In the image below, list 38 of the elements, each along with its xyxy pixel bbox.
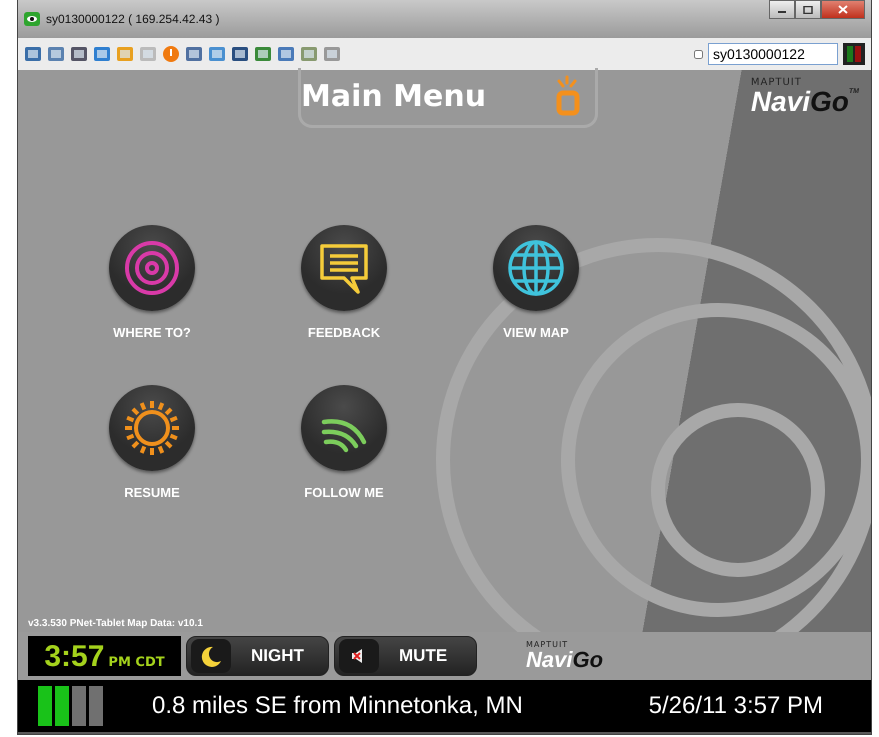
sun-button[interactable] <box>109 385 195 471</box>
menu-label: FEEDBACK <box>308 325 380 340</box>
maximize-button[interactable] <box>795 0 821 19</box>
close-icon <box>838 5 848 14</box>
signal-strength-icon <box>38 686 104 726</box>
alert-icon[interactable] <box>162 45 180 63</box>
window-title: sy0130000122 ( 169.254.42.43 ) <box>46 12 220 26</box>
display-icon[interactable] <box>231 45 249 63</box>
close-button[interactable] <box>821 0 865 19</box>
location-text: 0.8 miles SE from Minnetonka, MN <box>152 692 523 720</box>
target-button[interactable] <box>109 225 195 311</box>
window-icon[interactable] <box>277 45 295 63</box>
host-field[interactable]: sy0130000122 <box>708 43 838 65</box>
maximize-icon <box>803 6 813 14</box>
clock-display: 3:57 PM CDT <box>28 636 181 676</box>
navigo-logo: MAPTUIT NaviGo$^{TM}$ <box>750 76 859 119</box>
small-square-icon <box>694 50 703 58</box>
moon-icon <box>199 644 223 668</box>
globe-icon <box>506 238 566 298</box>
navigo-logo: MAPTUIT NaviGo <box>526 641 604 671</box>
version-text: v3.3.530 PNet-Tablet Map Data: v10.1 <box>27 618 203 631</box>
mute-button[interactable]: MUTE <box>334 636 477 676</box>
monitor-icon[interactable] <box>24 45 42 63</box>
menu-label: WHERE TO? <box>113 325 191 340</box>
waves-button[interactable] <box>301 385 387 471</box>
date-time-text: 5/26/11 3:57 PM <box>648 692 823 720</box>
status-indicator-icon <box>843 43 865 65</box>
page-title: Main Menu <box>301 79 486 114</box>
sun-icon <box>122 398 182 458</box>
eye-icon <box>24 11 40 27</box>
minimize-button[interactable] <box>769 0 795 19</box>
target-icon <box>122 238 182 298</box>
night-button[interactable]: NIGHT <box>186 636 329 676</box>
menu-label: VIEW MAP <box>503 325 569 340</box>
menu-label: RESUME <box>124 485 180 500</box>
chat-bubble-button[interactable] <box>301 225 387 311</box>
menu-label: FOLLOW ME <box>304 485 384 500</box>
globe-button[interactable] <box>493 225 579 311</box>
